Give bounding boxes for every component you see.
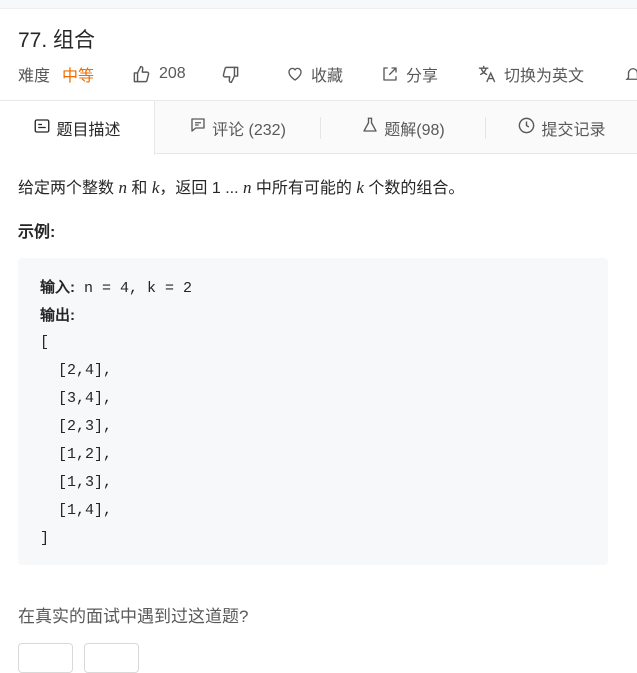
tab-description[interactable]: 题目描述 — [0, 101, 155, 155]
example-output-label: 输出: — [40, 307, 75, 324]
output-line: [2,3], — [40, 418, 113, 435]
share-button[interactable]: 分享 — [381, 62, 438, 86]
output-line: ] — [40, 530, 50, 547]
problem-meta-bar: 难度 中等 208 收藏 分享 切换为英文 — [18, 62, 637, 86]
example-heading: 示例: — [18, 224, 56, 241]
notification-button[interactable] — [624, 62, 637, 86]
clock-icon — [517, 116, 541, 140]
difficulty-value: 中等 — [62, 68, 95, 85]
output-line: [3,4], — [40, 390, 113, 407]
share-label: 分享 — [406, 68, 439, 85]
interview-question: 在真实的面试中遇到过这道题? — [18, 607, 249, 626]
tab-bar: 题目描述 评论 (232) 题解(98) 提交记录 — [0, 100, 637, 155]
example-input: 输入: n = 4, k = 2 — [40, 276, 192, 297]
favorite-label: 收藏 — [311, 68, 344, 85]
like-button[interactable]: 208 — [132, 62, 186, 86]
output-line: [1,4], — [40, 502, 113, 519]
comment-icon — [189, 116, 212, 139]
output-line: [1,2], — [40, 446, 113, 463]
output-line: [1,3], — [40, 474, 113, 491]
share-icon — [381, 65, 399, 83]
output-line: [ — [40, 334, 50, 351]
like-count: 208 — [159, 65, 186, 82]
thumbs-down-icon — [221, 65, 240, 84]
example-code-block: 输入: n = 4, k = 2 输出: [ [2,4], [3,4], [2,… — [18, 258, 608, 565]
tab-submissions[interactable]: 提交记录 — [486, 101, 637, 154]
input-label: 输入: — [40, 279, 75, 296]
flask-icon — [361, 116, 384, 139]
problem-title: 77. 组合 — [18, 29, 96, 52]
tab-label: 题目描述 — [56, 122, 121, 139]
top-bar — [0, 0, 637, 9]
translate-icon — [477, 64, 497, 84]
switch-language-button[interactable]: 切换为英文 — [477, 62, 584, 86]
variable-n: n — [118, 178, 127, 197]
difficulty-label: 难度 — [18, 68, 51, 85]
thumbs-up-icon — [132, 65, 151, 84]
tab-solutions[interactable]: 题解(98) — [321, 101, 485, 154]
tab-comments[interactable]: 评论 (232) — [155, 101, 320, 154]
problem-description: 给定两个整数 n 和 k，返回 1 ... n 中所有可能的 k 个数的组合。 — [18, 178, 465, 197]
variable-k: k — [356, 178, 364, 197]
description-icon — [33, 117, 56, 140]
difficulty: 难度 中等 — [18, 62, 94, 86]
switch-language-label: 切换为英文 — [504, 68, 585, 85]
favorite-button[interactable]: 收藏 — [286, 62, 343, 86]
tab-label: 提交记录 — [541, 121, 606, 139]
answer-no-button[interactable] — [84, 643, 139, 673]
tab-label: 题解(98) — [384, 121, 445, 139]
answer-yes-button[interactable] — [18, 643, 73, 673]
bell-icon — [624, 65, 637, 83]
input-value: n = 4, k = 2 — [75, 280, 193, 297]
output-line: [2,4], — [40, 362, 113, 379]
dislike-button[interactable] — [221, 62, 240, 86]
heart-icon — [286, 65, 304, 83]
tab-label: 评论 (232) — [212, 121, 286, 139]
